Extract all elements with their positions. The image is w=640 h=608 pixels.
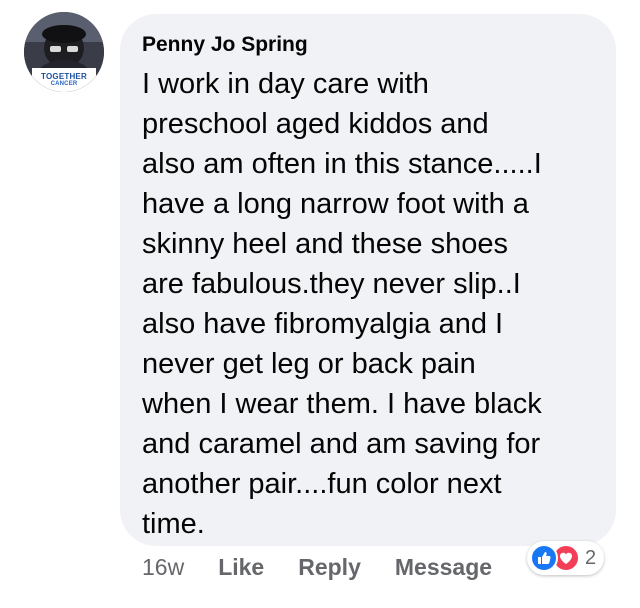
badge-line-2: CANCER: [50, 81, 78, 87]
comment: TOGETHER CANCER Penny Jo Spring I work i…: [0, 0, 640, 608]
avatar[interactable]: TOGETHER CANCER: [24, 12, 104, 92]
badge-line-1: TOGETHER: [41, 72, 87, 81]
reply-button[interactable]: Reply: [298, 554, 361, 581]
reaction-count: 2: [585, 546, 597, 569]
like-button[interactable]: Like: [218, 554, 264, 581]
message-button[interactable]: Message: [395, 554, 492, 581]
avatar-badge: TOGETHER CANCER: [32, 68, 96, 92]
comment-bubble: Penny Jo Spring I work in day care with …: [120, 14, 616, 546]
comment-actions: 16w Like Reply Message: [142, 552, 492, 582]
reactions-summary[interactable]: 2: [527, 541, 605, 575]
comment-author[interactable]: Penny Jo Spring: [142, 32, 308, 58]
comment-text: I work in day care with preschool aged k…: [142, 68, 542, 540]
comment-timestamp[interactable]: 16w: [142, 554, 184, 581]
like-icon: [530, 544, 558, 572]
